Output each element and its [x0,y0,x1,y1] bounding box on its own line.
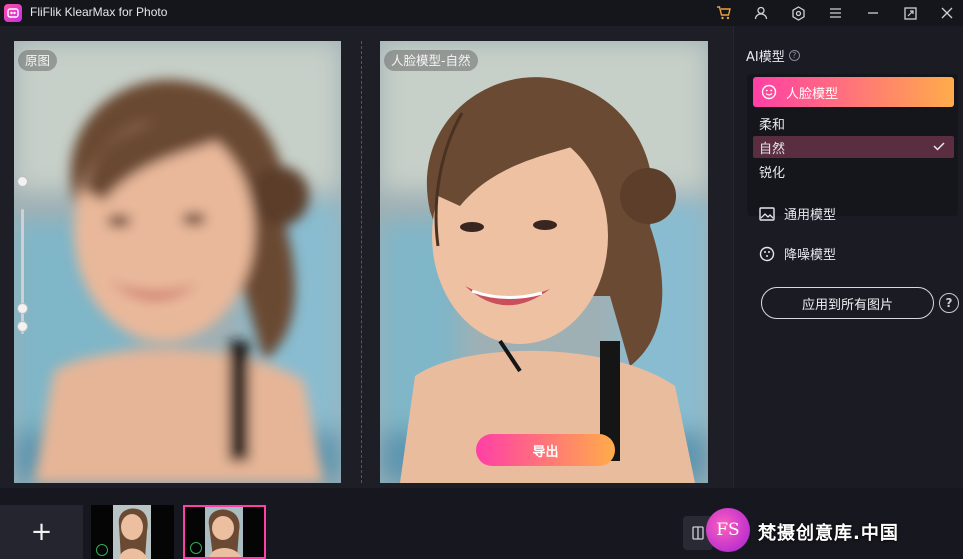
thumbnail-2[interactable] [183,505,266,559]
apply-all-button[interactable]: 应用到所有图片 [761,287,934,319]
zoom-slider[interactable] [21,209,24,334]
zoom-handle[interactable] [17,303,28,314]
thumbnail-check-icon [190,542,202,554]
menu-icon[interactable] [825,3,845,23]
preview-area: 原图 人脸模型-自然 导出 [0,26,733,488]
option-natural-label: 自然 [759,141,786,157]
face-icon [761,84,777,100]
title-bar: FliFlik KlearMax for Photo [0,0,963,26]
help-icon[interactable]: ? [788,50,800,61]
split-divider[interactable] [361,41,362,483]
ai-model-sidebar: AI模型 ? 人脸模型 柔和 自然 锐化 通用模型 降噪模型 应用到所有图片 ? [733,26,963,488]
ai-model-title-text: AI模型 [746,50,785,65]
option-natural[interactable]: 自然 [753,136,954,158]
zoom-in-handle[interactable] [17,176,28,187]
ai-model-title: AI模型 ? [746,46,800,65]
cart-icon[interactable] [714,3,734,23]
add-image-button[interactable]: + [0,505,83,559]
original-label: 原图 [18,50,58,71]
apply-help-icon[interactable]: ? [939,293,959,313]
user-icon[interactable] [751,3,771,23]
original-image[interactable]: 原图 [14,41,341,483]
general-model-label: 通用模型 [784,208,837,223]
option-sharpen-label: 锐化 [759,165,786,181]
app-logo-icon [4,4,22,22]
watermark-text: 梵摄创意库.中国 [758,523,899,544]
image-icon [759,206,775,221]
option-soft-label: 柔和 [759,117,786,133]
check-icon [933,142,945,151]
watermark-logo: FS [706,508,750,552]
face-model-card: 人脸模型 柔和 自然 锐化 [747,74,958,216]
enhanced-label: 人脸模型-自然 [384,50,478,71]
option-sharpen[interactable]: 锐化 [753,160,954,182]
denoise-model-button[interactable]: 降噪模型 [759,244,836,263]
close-icon[interactable] [937,3,957,23]
export-button[interactable]: 导出 [476,434,615,466]
maximize-icon[interactable] [900,3,920,23]
compare-icon [692,526,704,540]
face-model-button[interactable]: 人脸模型 [753,77,954,107]
face-model-label: 人脸模型 [786,86,839,102]
option-soft[interactable]: 柔和 [753,112,954,134]
enhanced-image[interactable]: 人脸模型-自然 [380,41,708,483]
settings-icon[interactable] [788,3,808,23]
minimize-icon[interactable] [863,3,883,23]
app-title: FliFlik KlearMax for Photo [30,5,168,19]
denoise-model-label: 降噪模型 [784,248,837,263]
thumbnail-check-icon [96,544,108,556]
thumbnail-1[interactable] [91,505,174,559]
denoise-icon [759,246,775,261]
general-model-button[interactable]: 通用模型 [759,204,836,223]
zoom-out-handle[interactable] [17,321,28,332]
